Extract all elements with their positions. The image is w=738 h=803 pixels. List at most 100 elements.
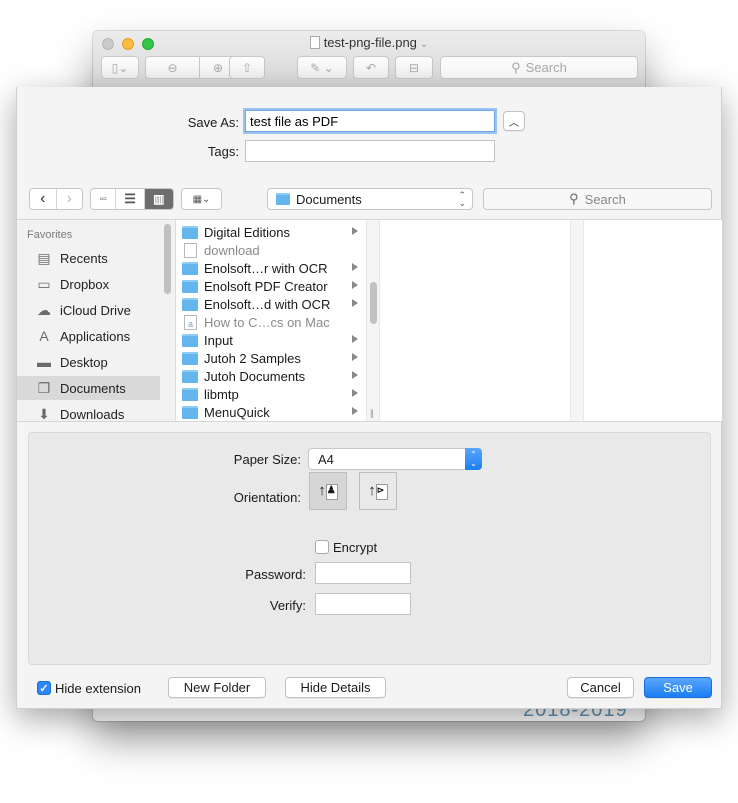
browser-search-field[interactable]: ⚲ Search [483,188,712,210]
list-item[interactable]: download [176,241,366,259]
sidebar-item-dropbox[interactable]: ▭ Dropbox [17,272,160,296]
chevron-up-icon: ︿ [509,117,519,129]
password-input[interactable] [315,562,411,584]
back-button[interactable]: ‹ [30,189,57,209]
column-view-button[interactable]: ▥ [144,189,173,209]
landscape-icon: ↑⊳ [368,482,388,500]
list-item[interactable]: Enolsoft PDF Creator [176,277,366,295]
sidebar-item-recents[interactable]: ▤ Recents [17,246,160,270]
empty-column [584,220,722,421]
zoom-in-icon: ⊕ [212,60,224,75]
password-label: Password: [245,567,306,582]
disclosure-arrow-icon [352,335,358,343]
orientation-label: Orientation: [233,490,301,505]
portrait-orientation-button[interactable]: ↑♟ [309,472,347,510]
folder-icon [182,369,198,383]
rotate-button[interactable]: ↶ [353,56,389,79]
empty-column [380,220,570,421]
window-title-text: test-png-file.png [323,35,417,50]
disclosure-arrow-icon [352,263,358,271]
list-item[interactable]: Digital Editions [176,223,366,241]
share-button[interactable]: ⇧ [229,56,265,79]
toolbox-button[interactable]: ⊟ [395,56,433,79]
documents-folder-icon [276,193,290,205]
file-browser: Favorites ▤ Recents ▭ Dropbox ☁ iCloud Driv… [17,219,722,422]
sidebar-item-label: Dropbox [60,276,110,292]
sidebar-item-label: Recents [60,250,108,266]
location-popup[interactable]: Documents ⌃ ⌄ [267,188,473,210]
column-resize-handle[interactable]: || [370,408,374,418]
sidebar-item-downloads[interactable]: ⬇ Downloads [17,402,160,422]
file-icon [309,36,320,49]
sidebar: Favorites ▤ Recents ▭ Dropbox ☁ iCloud Driv… [17,220,176,421]
forward-button[interactable]: › [57,189,83,209]
markup-button[interactable]: ✎ ⌄ [297,56,347,79]
item-name: How to C…cs on Mac [204,314,330,330]
sidebar-item-label: Desktop [60,354,108,370]
sidebar-icon: ▯⌄ [111,60,129,75]
pdf-options-panel: Paper Size: A4 ⌃ ⌄ Orientation: ↑♟ ↑⊳ Enc… [28,432,711,665]
list-item[interactable]: a How to C…cs on Mac [176,313,366,331]
folder-icon [182,225,198,239]
image-file-icon [184,242,197,258]
save-sheet: Save As: ︿ Tags: ‹ › ▫▫ ☰ ▥ ▦⌄ Documents… [16,87,722,709]
tags-input[interactable] [245,140,495,162]
sidebar-item-label: Documents [60,380,126,396]
window-title[interactable]: test-png-file.png ⌄ [93,35,645,50]
sidebar-header: Favorites [27,229,73,241]
paper-size-popup[interactable]: A4 ⌃ ⌄ [308,448,482,470]
list-item[interactable]: Enolsoft…d with OCR [176,295,366,313]
encrypt-checkbox[interactable] [315,540,329,554]
list-view-button[interactable]: ☰ [116,189,145,209]
zoom-out-button[interactable]: ⊖ [145,56,200,79]
new-folder-button[interactable]: New Folder [168,677,266,698]
share-icon: ⇧ [241,60,253,75]
sidebar-item-label: Applications [60,328,131,344]
cancel-button[interactable]: Cancel [567,677,634,698]
disclosure-arrow-icon [352,299,358,307]
list-item[interactable]: MenuQuick [176,403,366,421]
column-scrollbar[interactable]: || [366,220,380,421]
list-item[interactable]: libmtp [176,385,366,403]
updown-chevron-icon: ⌃ ⌄ [458,190,466,208]
sidebar-item-documents[interactable]: ❐ Documents [17,376,160,400]
list-item[interactable]: Input [176,331,366,349]
sidebar-scrollbar[interactable] [164,224,171,294]
folder-icon [182,405,198,419]
save-as-input[interactable] [245,110,495,132]
list-item[interactable]: Jutoh 2 Samples [176,349,366,367]
folder-icon [182,351,198,365]
item-name: Enolsoft…r with OCR [204,260,328,276]
folder-icon [182,297,198,311]
sidebar-item-applications[interactable]: A Applications [17,324,160,348]
toolbar-search-field[interactable]: ⚲ Search [440,56,638,79]
sidebar-item-desktop[interactable]: ▬ Desktop [17,350,160,374]
hide-extension-checkbox[interactable]: ✓ [37,681,51,695]
hide-details-button[interactable]: Hide Details [285,677,386,698]
item-name: Input [204,332,233,348]
sidebar-item-icloud-drive[interactable]: ☁ iCloud Drive [17,298,160,322]
disclosure-arrow-icon [352,281,358,289]
item-name: Jutoh Documents [204,368,306,384]
documents-column: Digital Editions download Enolsoft…r wit… [176,220,366,421]
disclosure-arrow-icon [352,389,358,397]
item-name: Jutoh 2 Samples [204,350,301,366]
sidebar-toggle-button[interactable]: ▯⌄ [101,56,139,79]
arrange-button[interactable]: ▦⌄ [181,188,222,210]
chevron-down-icon: ⌄ [419,39,429,50]
tags-label: Tags: [207,144,239,159]
landscape-orientation-button[interactable]: ↑⊳ [359,472,397,510]
disclosure-arrow-icon [352,353,358,361]
collapse-browser-button[interactable]: ︿ [503,111,525,131]
disclosure-arrow-icon [352,407,358,415]
item-name: Digital Editions [204,224,290,240]
save-button[interactable]: Save [644,677,712,698]
back-forward-control: ‹ › [29,188,83,210]
verify-label: Verify: [269,598,306,613]
list-item[interactable]: Jutoh Documents [176,367,366,385]
verify-input[interactable] [315,593,411,615]
column-scroll-thumb[interactable] [370,282,377,324]
column-divider[interactable] [570,220,584,421]
list-item[interactable]: Enolsoft…r with OCR [176,259,366,277]
icon-view-button[interactable]: ▫▫ [91,189,117,209]
